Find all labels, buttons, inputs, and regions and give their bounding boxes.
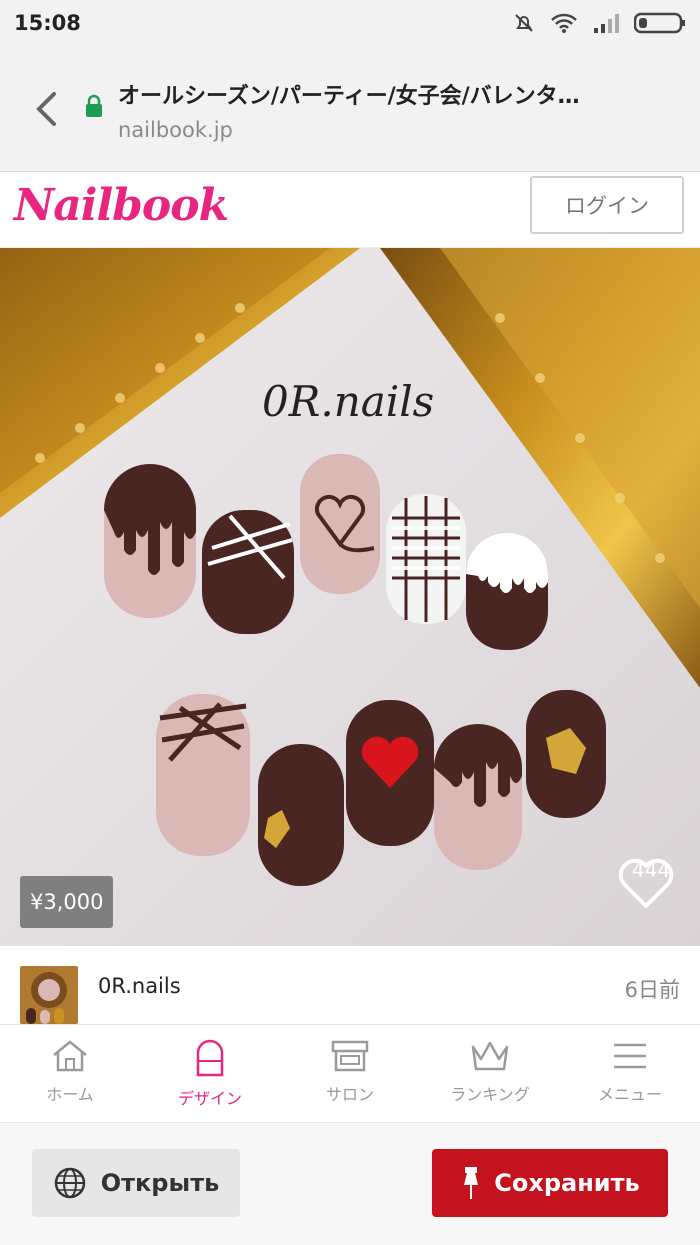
bottom-navigation: ホーム デザイン サロン ランキング メニュー — [0, 1024, 700, 1122]
nav-ranking-label: ランキング — [450, 1085, 530, 1104]
post-date: 6日前 — [624, 978, 680, 1002]
nav-salon[interactable]: サロン — [280, 1025, 420, 1122]
wifi-icon — [551, 13, 577, 33]
page-title: オールシーズン/パーティー/女子会/バレンタ… — [118, 84, 580, 109]
page-url[interactable]: nailbook.jp — [118, 118, 233, 142]
nav-design[interactable]: デザイン — [140, 1025, 280, 1122]
avatar[interactable] — [20, 966, 78, 1024]
nail-icon — [196, 1039, 224, 1077]
lock-icon — [86, 94, 102, 117]
save-button-label: Сохранить — [494, 1169, 640, 1197]
open-button-label: Открыть — [100, 1169, 220, 1197]
site-logo[interactable]: Nailbook — [14, 180, 229, 231]
heart-icon — [618, 858, 674, 908]
chevron-left-icon — [36, 92, 56, 126]
author-row[interactable]: 0R.nails 6日前 — [0, 946, 700, 1024]
status-time: 15:08 — [14, 11, 81, 35]
nail-art-photo: 0R.nails — [0, 248, 700, 946]
crown-icon — [471, 1041, 509, 1071]
like-button[interactable]: 444 — [616, 856, 686, 908]
post-image[interactable]: 0R.nails ¥3,000 444 — [0, 248, 700, 946]
status-bar: 15:08 — [0, 0, 700, 46]
nav-salon-label: サロン — [325, 1085, 374, 1104]
site-header: Nailbook ログイン — [0, 172, 700, 248]
back-button[interactable] — [28, 86, 64, 132]
menu-icon — [614, 1043, 646, 1069]
open-button[interactable]: Открыть — [32, 1149, 240, 1217]
nav-menu[interactable]: メニュー — [560, 1025, 700, 1122]
price-badge: ¥3,000 — [20, 876, 114, 928]
action-bar: Открыть Сохранить — [0, 1122, 700, 1245]
nav-design-label: デザイン — [177, 1089, 242, 1108]
nav-home[interactable]: ホーム — [0, 1025, 140, 1122]
signal-icon — [594, 14, 619, 33]
globe-icon — [54, 1167, 85, 1199]
mute-bell-icon — [515, 14, 533, 32]
login-button[interactable]: ログイン — [530, 176, 684, 234]
home-icon — [53, 1040, 87, 1072]
status-icons — [512, 11, 686, 35]
nav-ranking[interactable]: ランキング — [420, 1025, 560, 1122]
avatar-image — [20, 966, 78, 1024]
nav-home-label: ホーム — [46, 1085, 94, 1104]
save-button[interactable]: Сохранить — [432, 1149, 668, 1217]
battery-icon — [634, 12, 685, 34]
browser-bar: オールシーズン/パーティー/女子会/バレンタ… nailbook.jp — [0, 46, 700, 172]
shop-icon — [331, 1040, 369, 1072]
author-name[interactable]: 0R.nails — [98, 974, 181, 998]
pin-icon — [464, 1167, 479, 1199]
nav-menu-label: メニュー — [597, 1085, 662, 1104]
image-watermark: 0R.nails — [262, 377, 434, 426]
